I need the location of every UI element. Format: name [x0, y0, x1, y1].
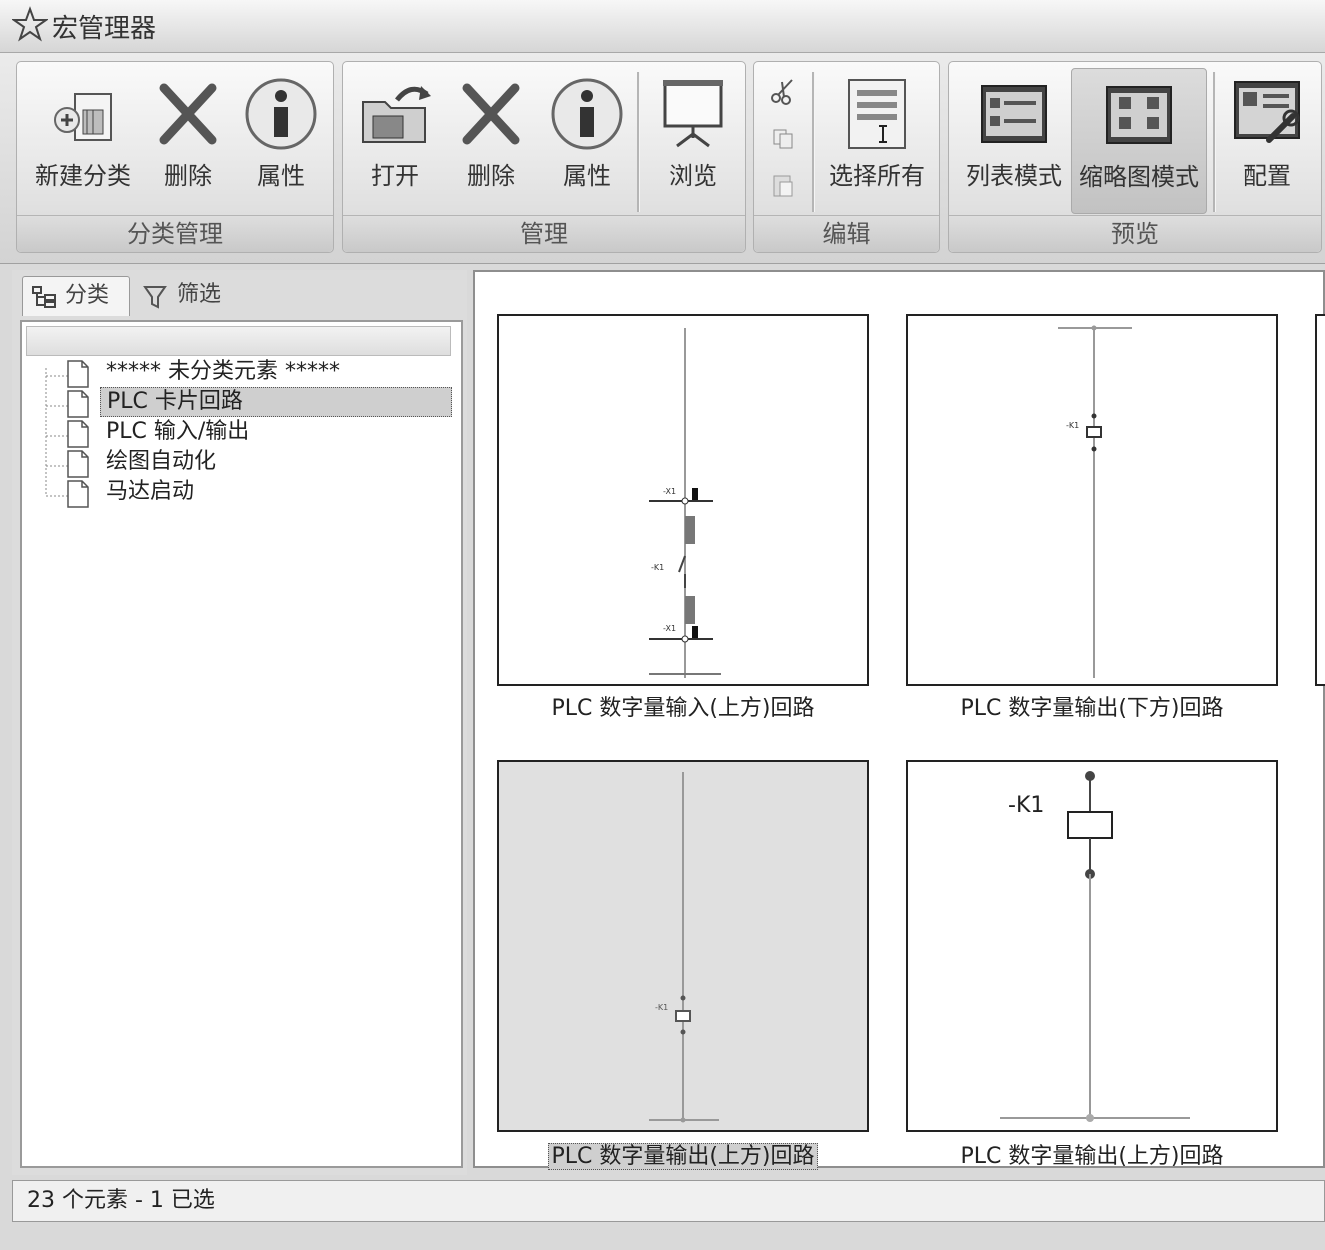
circuit-diagram: -K1	[649, 772, 719, 1123]
list-mode-label: 列表模式	[966, 162, 1062, 190]
tab-filter[interactable]: 筛选	[137, 276, 267, 316]
thumbnail-selected[interactable]: -K1	[497, 760, 869, 1132]
config-label: 配置	[1243, 162, 1291, 190]
thumbnail[interactable]: -X1 -K1 -X1	[497, 314, 869, 686]
filter-icon	[143, 286, 167, 309]
thumbnail-mode-icon	[1106, 86, 1172, 144]
ribbon-group-category: 新建分类 删除 属性 分类管理	[16, 61, 334, 253]
list-mode-button[interactable]: 列表模式	[955, 68, 1073, 214]
title-bar: 宏管理器	[0, 0, 1325, 53]
tree-icon	[32, 286, 56, 308]
open-button[interactable]: 打开	[349, 68, 441, 214]
thumbnail[interactable]: -K1	[906, 314, 1278, 686]
config-button[interactable]: 配置	[1219, 68, 1315, 214]
document-icon	[67, 390, 89, 418]
ribbon-group-title: 分类管理	[17, 215, 333, 252]
document-icon	[67, 480, 89, 508]
tree-item-selected[interactable]: PLC 卡片回路	[100, 387, 452, 417]
paste-icon[interactable]	[768, 170, 798, 200]
separator	[1213, 72, 1216, 212]
tab-category[interactable]: 分类	[22, 276, 130, 316]
open-label: 打开	[371, 162, 419, 190]
thumbnail-caption: PLC 数字量输入(上方)回路	[551, 696, 815, 721]
document-icon	[67, 450, 89, 478]
delete-category-button[interactable]: 删除	[143, 68, 233, 214]
thumbnail-partial[interactable]	[1315, 314, 1325, 686]
diagram-label: -K1	[1008, 793, 1044, 818]
ribbon-group-title: 编辑	[754, 215, 939, 252]
select-all-button[interactable]: 选择所有	[820, 68, 934, 214]
thumbnail-caption: PLC 数字量输出(上方)回路	[960, 1144, 1224, 1169]
ribbon: 新建分类 删除 属性 分类管理 打开 删除 属性 浏览 管理 选择所有 编辑 列…	[0, 53, 1325, 264]
circuit-diagram: -K1	[1000, 771, 1190, 1122]
category-panel: 分类 筛选 ***** 未分类元素 ***** PLC 卡片回路 PLC 输入/…	[12, 270, 467, 1175]
properties-label: 属性	[563, 162, 611, 190]
thumbnail-mode-button[interactable]: 缩略图模式	[1071, 68, 1207, 214]
select-all-icon	[848, 79, 906, 149]
browse-label: 浏览	[669, 162, 717, 190]
diagram-label: -K1	[655, 1003, 668, 1012]
info-icon	[245, 78, 317, 150]
tree-item[interactable]: 绘图自动化	[100, 448, 222, 476]
document-icon	[67, 360, 89, 388]
diagram-label: -X1	[663, 624, 676, 633]
ribbon-group-title: 管理	[343, 215, 745, 252]
tree-header	[26, 326, 451, 356]
config-icon	[1234, 81, 1300, 143]
circuit-diagram: -K1	[1058, 325, 1132, 678]
delete-category-label: 删除	[164, 162, 212, 190]
new-category-icon	[54, 93, 112, 141]
delete-icon	[462, 83, 520, 145]
diagram-label: -X1	[663, 487, 676, 496]
info-icon	[551, 78, 623, 150]
category-tree: ***** 未分类元素 ***** PLC 卡片回路 PLC 输入/输出 绘图自…	[20, 320, 463, 1168]
star-icon	[12, 6, 48, 42]
tab-filter-label: 筛选	[177, 282, 222, 307]
tab-category-label: 分类	[65, 283, 110, 308]
ribbon-group-edit: 选择所有 编辑	[753, 61, 940, 253]
thumbnail-caption: PLC 数字量输出(下方)回路	[960, 696, 1224, 721]
tree-item[interactable]: PLC 输入/输出	[100, 418, 255, 446]
open-folder-icon	[362, 86, 431, 143]
ribbon-group-title: 预览	[949, 215, 1321, 252]
diagram-label: -K1	[651, 563, 664, 572]
browse-button[interactable]: 浏览	[645, 68, 741, 214]
separator	[812, 72, 815, 212]
list-mode-icon	[981, 85, 1047, 143]
diagram-label: -K1	[1066, 421, 1079, 430]
new-category-button[interactable]: 新建分类	[23, 68, 143, 214]
ribbon-group-manage: 打开 删除 属性 浏览 管理	[342, 61, 746, 253]
delete-label: 删除	[467, 162, 515, 190]
window-title: 宏管理器	[52, 14, 157, 44]
thumbnail-caption-selected: PLC 数字量输出(上方)回路	[497, 1138, 869, 1170]
category-properties-label: 属性	[257, 162, 305, 190]
cut-icon[interactable]	[768, 76, 798, 106]
thumbnail-mode-label: 缩略图模式	[1079, 163, 1199, 191]
thumbnail-panel: -X1 -K1 -X1 PLC 数字量输入(上方)回路 -K1 PLC 数字量输…	[473, 270, 1325, 1170]
new-category-label: 新建分类	[35, 162, 131, 190]
tree-item[interactable]: 马达启动	[100, 478, 200, 506]
status-bar: 23 个元素 - 1 已选	[12, 1180, 1325, 1222]
properties-button[interactable]: 属性	[539, 68, 635, 214]
tree-item[interactable]: ***** 未分类元素 *****	[100, 358, 346, 386]
delete-button[interactable]: 删除	[443, 68, 539, 214]
document-icon	[67, 420, 89, 448]
separator	[637, 72, 640, 212]
copy-icon[interactable]	[768, 124, 798, 154]
category-properties-button[interactable]: 属性	[233, 68, 329, 214]
delete-icon	[159, 83, 217, 145]
ribbon-group-preview: 列表模式 缩略图模式 配置 预览	[948, 61, 1322, 253]
caption-text: PLC 数字量输出(上方)回路	[548, 1143, 818, 1170]
presentation-icon	[663, 80, 723, 148]
circuit-diagram: -X1 -K1 -X1	[649, 328, 721, 678]
thumbnail[interactable]: -K1	[906, 760, 1278, 1132]
select-all-label: 选择所有	[829, 162, 925, 190]
